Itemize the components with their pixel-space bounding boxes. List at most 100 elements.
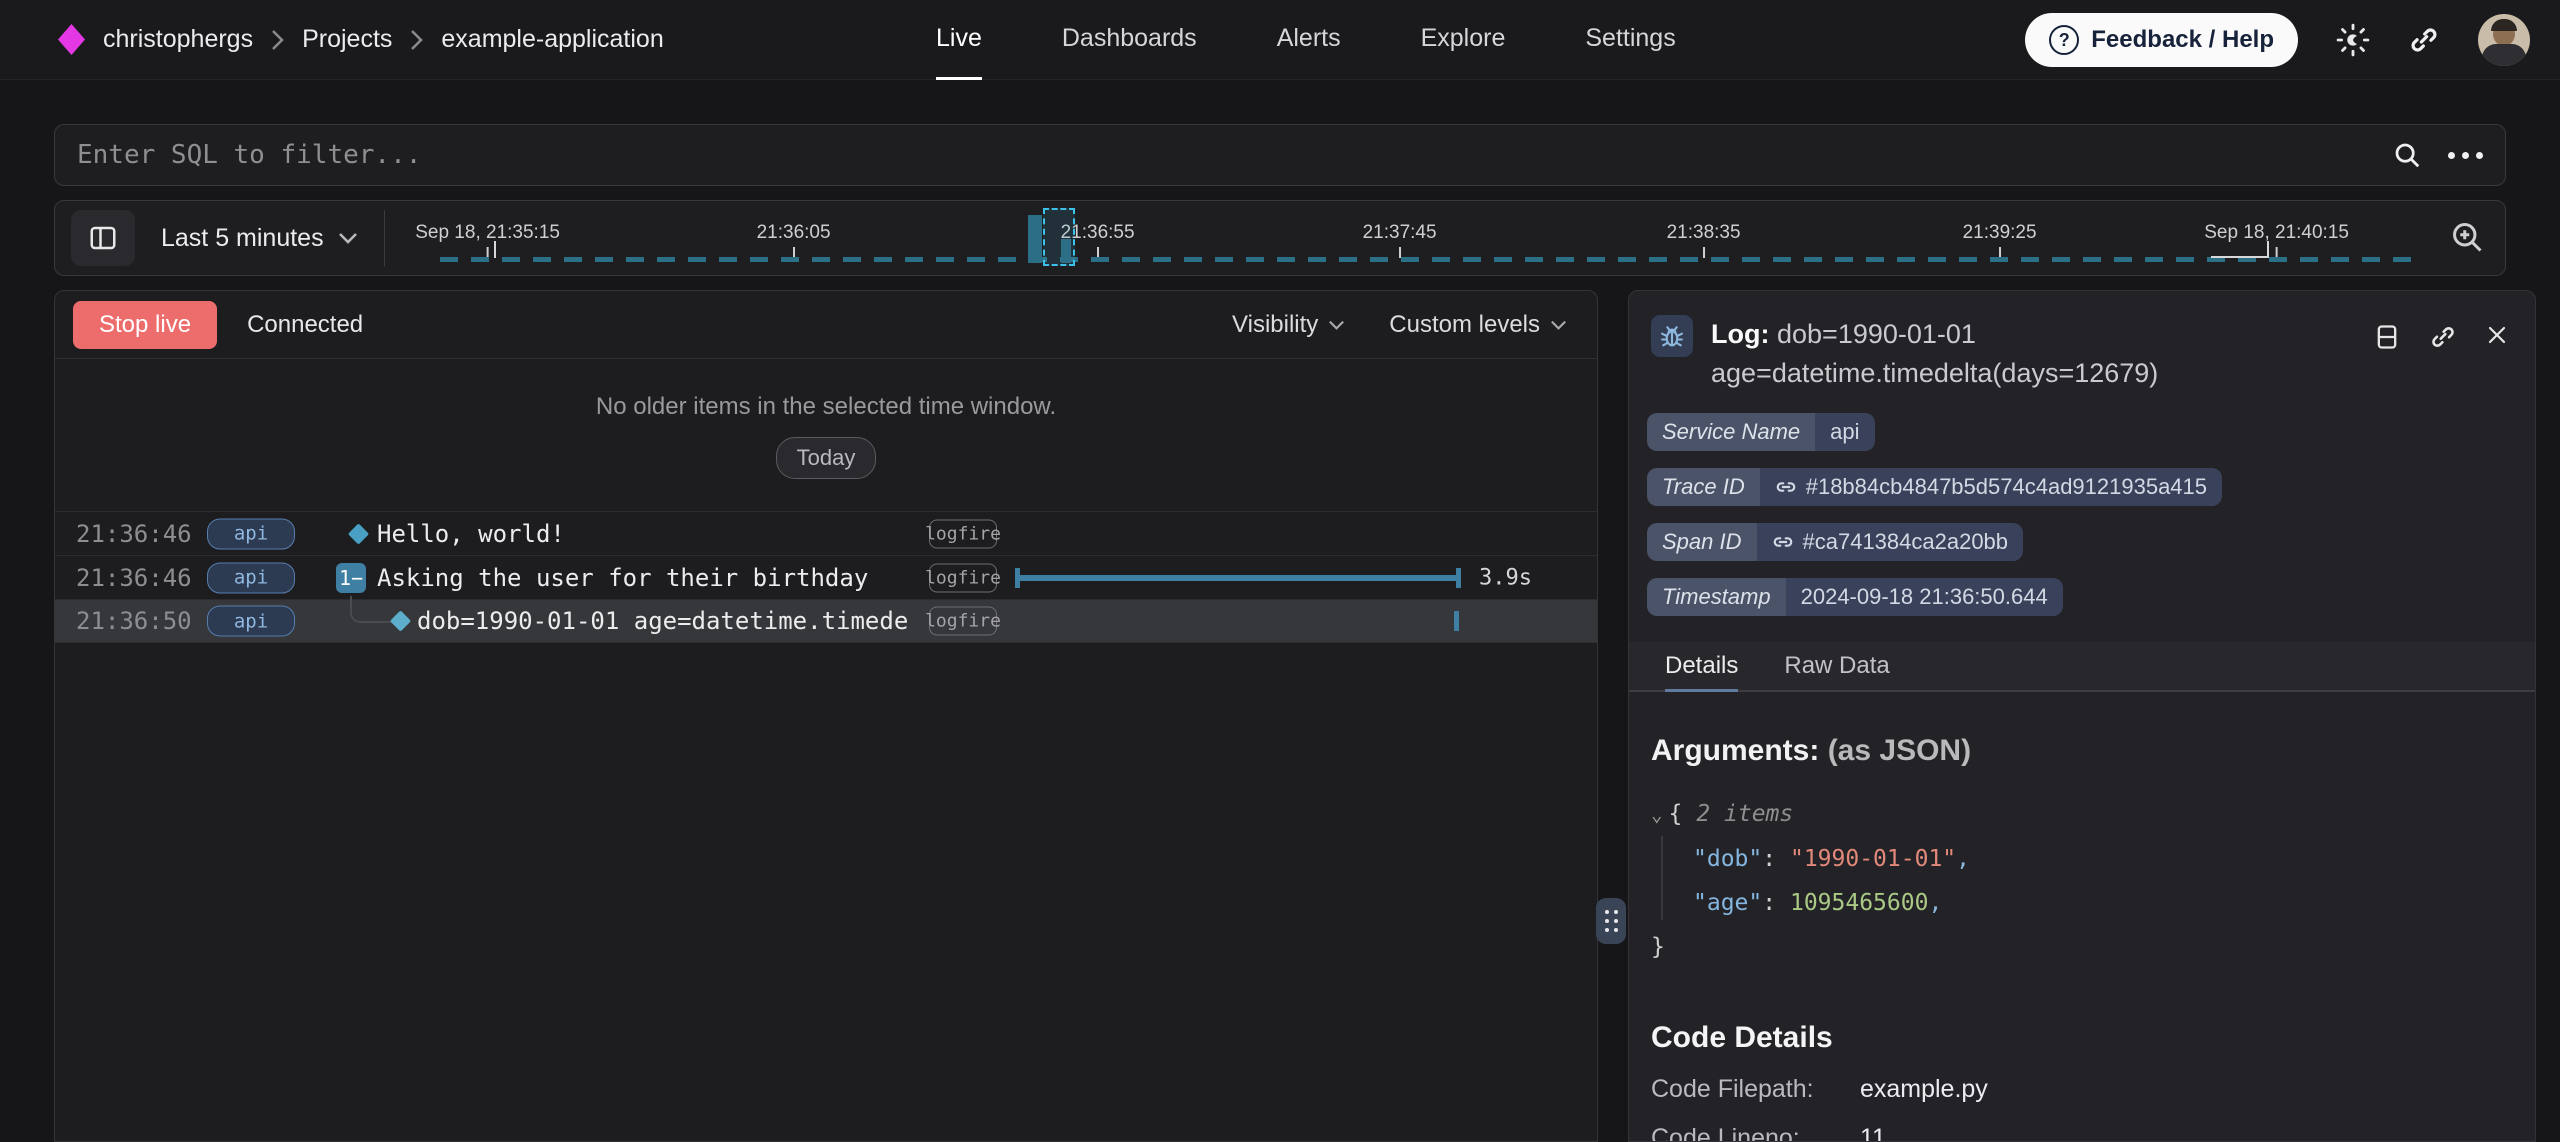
- log-time: 21:36:46: [76, 564, 192, 592]
- sun-moon-icon: [2336, 23, 2370, 57]
- zoom-in-icon: [2449, 219, 2485, 255]
- sql-filter-input[interactable]: [77, 140, 2392, 170]
- code-filepath-label: Code Filepath:: [1651, 1075, 1853, 1104]
- range-start-marker: [494, 241, 496, 258]
- breadcrumb-project-name[interactable]: example-application: [441, 25, 663, 54]
- tab-live[interactable]: Live: [936, 0, 982, 80]
- span-id-value: #ca741384ca2a20bb: [1803, 529, 2009, 555]
- avatar-body: [2482, 44, 2526, 66]
- timeline-tick: 21:39:25: [1963, 222, 2037, 258]
- stop-live-button[interactable]: Stop live: [73, 301, 217, 349]
- panel-resize-handle[interactable]: [1596, 898, 1626, 944]
- logfire-tag[interactable]: logfire: [929, 563, 997, 592]
- service-name-value: api: [1815, 413, 1874, 451]
- service-badge[interactable]: api: [207, 562, 295, 593]
- log-rows: 21:36:46 api Hello, world! logfire 21:36…: [55, 511, 1597, 643]
- logfire-logo-icon: [58, 24, 85, 55]
- custom-levels-dropdown[interactable]: Custom levels: [1389, 311, 1567, 339]
- chevron-down-icon: [338, 232, 358, 244]
- code-lineno-value: 11: [1860, 1124, 1886, 1142]
- avatar-hair: [2491, 19, 2517, 31]
- live-view-panel: Stop live Connected Visibility Custom le…: [54, 290, 1598, 1142]
- json-entry-dob: "dob": "1990-01-01",: [1651, 837, 2509, 881]
- share-link-button[interactable]: [2408, 24, 2440, 56]
- timestamp-label: Timestamp: [1647, 578, 1786, 616]
- feedback-help-button[interactable]: ? Feedback / Help: [2025, 13, 2298, 67]
- split-view-button[interactable]: [2373, 323, 2401, 354]
- more-options-icon[interactable]: [2448, 152, 2483, 159]
- close-details-button[interactable]: [2485, 323, 2509, 350]
- json-item-count: 2 items: [1696, 801, 1793, 827]
- histogram-bar: [1061, 239, 1071, 263]
- user-avatar[interactable]: [2478, 14, 2530, 66]
- timeline-bar: Last 5 minutes Sep 18, 21:35:15 21:36:05…: [54, 200, 2506, 276]
- histogram-bar: [1028, 215, 1042, 263]
- nav-actions: ? Feedback / Help: [2025, 0, 2530, 80]
- collapse-children-badge[interactable]: 1−: [336, 563, 366, 593]
- details-badges: Service Name api Trace ID #18b84cb4847b5…: [1629, 399, 2535, 616]
- question-circle-icon: ?: [2049, 25, 2079, 55]
- details-title-text: dob=1990-01-01 age=datetime.timedelta(da…: [1711, 319, 2158, 388]
- log-row-hello-world[interactable]: 21:36:46 api Hello, world! logfire: [55, 511, 1597, 555]
- instant-marker: [1454, 611, 1459, 631]
- log-time: 21:36:50: [76, 607, 192, 635]
- time-range-selector[interactable]: Last 5 minutes: [161, 224, 358, 253]
- timeline-tick: 21:36:05: [757, 222, 831, 258]
- breadcrumb: christophergs Projects example-applicati…: [0, 24, 664, 55]
- timeline-tick: 21:38:35: [1667, 222, 1741, 258]
- trace-id-label: Trace ID: [1647, 468, 1760, 506]
- tab-dashboards[interactable]: Dashboards: [1062, 0, 1197, 80]
- chevron-down-icon: [1328, 320, 1345, 330]
- log-message: Hello, world!: [377, 520, 565, 548]
- copy-link-button[interactable]: [2429, 323, 2457, 354]
- service-badge[interactable]: api: [207, 518, 295, 549]
- grip-dots-icon: [1605, 910, 1618, 932]
- log-row-birthday-span[interactable]: 21:36:46 api 1− Asking the user for thei…: [55, 555, 1597, 599]
- chevron-right-icon: [410, 29, 423, 51]
- arguments-subtitle: (as JSON): [1828, 734, 1971, 767]
- breadcrumb-projects[interactable]: Projects: [302, 25, 392, 54]
- search-icon[interactable]: [2392, 140, 2422, 170]
- collapse-caret-icon[interactable]: ⌄: [1651, 804, 1662, 826]
- sql-filter-bar: [54, 124, 2506, 186]
- live-view-header: Stop live Connected Visibility Custom le…: [55, 291, 1597, 359]
- tab-details[interactable]: Details: [1665, 642, 1738, 692]
- json-entry-age: "age": 1095465600,: [1651, 881, 2509, 925]
- timeline-tick: 21:37:45: [1363, 222, 1437, 258]
- timeline-plot[interactable]: Sep 18, 21:35:15 21:36:05 21:36:55 21:37…: [385, 201, 2443, 275]
- tree-connector-line: [350, 596, 392, 623]
- time-range-label: Last 5 minutes: [161, 224, 324, 253]
- visibility-dropdown[interactable]: Visibility: [1232, 311, 1345, 339]
- top-nav: christophergs Projects example-applicati…: [0, 0, 2560, 80]
- breadcrumb-org[interactable]: christophergs: [103, 25, 253, 54]
- log-row-dob-selected[interactable]: 21:36:50 api dob=1990-01-01 age=datetime…: [55, 599, 1597, 643]
- timestamp-value: 2024-09-18 21:36:50.644: [1786, 578, 2063, 616]
- today-button[interactable]: Today: [776, 437, 877, 479]
- span-id-chip[interactable]: Span ID #ca741384ca2a20bb: [1647, 523, 2023, 561]
- code-lineno-row: Code Lineno: 11: [1651, 1124, 2509, 1142]
- span-id-label: Span ID: [1647, 523, 1757, 561]
- zoom-in-button[interactable]: [2449, 219, 2485, 258]
- visibility-label: Visibility: [1232, 311, 1318, 339]
- logfire-tag[interactable]: logfire: [929, 607, 997, 636]
- trace-id-chip[interactable]: Trace ID #18b84cb4847b5d574c4ad9121935a4…: [1647, 468, 2222, 506]
- range-end-marker: [2211, 241, 2269, 258]
- tab-alerts[interactable]: Alerts: [1277, 0, 1341, 80]
- logfire-tag[interactable]: logfire: [929, 519, 997, 548]
- timestamp-chip: Timestamp 2024-09-18 21:36:50.644: [1647, 578, 2063, 616]
- sidebar-toggle-button[interactable]: [71, 210, 135, 266]
- details-header: Log: dob=1990-01-01 age=datetime.timedel…: [1629, 291, 2535, 399]
- tab-explore[interactable]: Explore: [1421, 0, 1506, 80]
- tab-raw-data[interactable]: Raw Data: [1784, 642, 1889, 692]
- log-message: dob=1990-01-01 age=datetime.timede: [417, 607, 908, 635]
- service-badge[interactable]: api: [207, 606, 295, 637]
- log-diamond-icon: [390, 610, 411, 631]
- theme-toggle-button[interactable]: [2336, 23, 2370, 57]
- main-nav-tabs: Live Dashboards Alerts Explore Settings: [936, 0, 1676, 80]
- timeline-tick: Sep 18, 21:35:15: [415, 222, 560, 258]
- log-message: Asking the user for their birthday: [377, 564, 868, 592]
- json-close-line: }: [1651, 925, 2509, 969]
- custom-levels-label: Custom levels: [1389, 311, 1540, 339]
- tab-settings[interactable]: Settings: [1585, 0, 1675, 80]
- chevron-down-icon: [1550, 320, 1567, 330]
